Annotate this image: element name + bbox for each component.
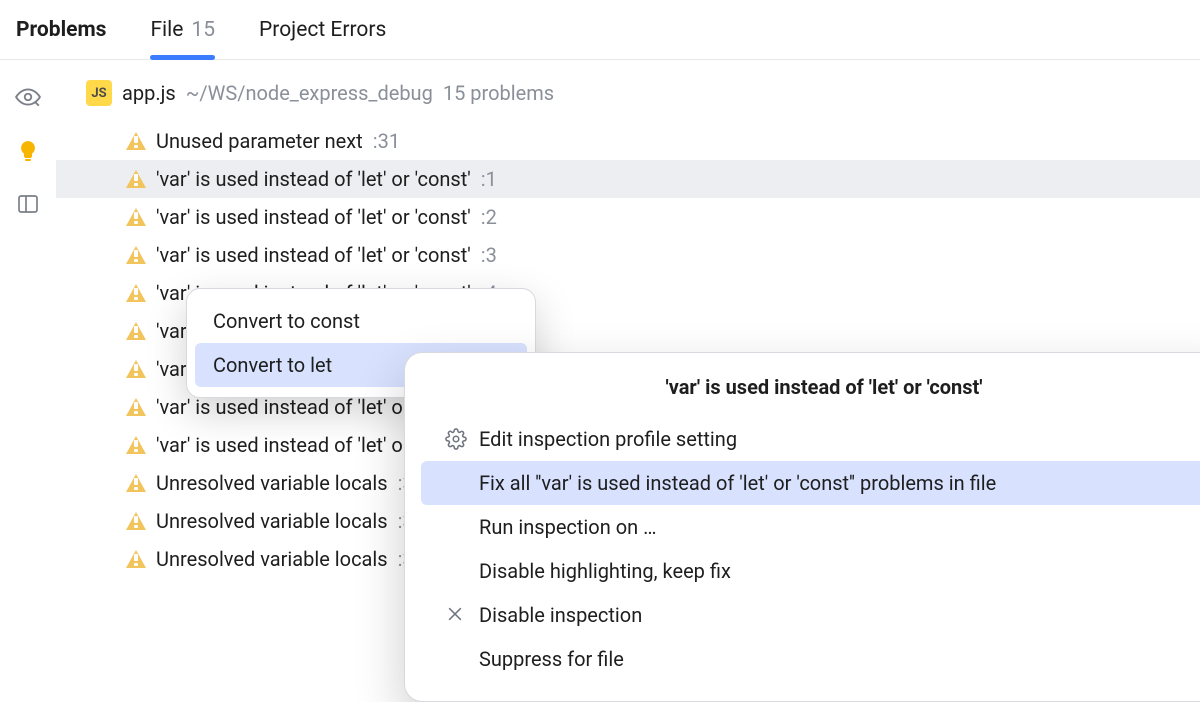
close-icon — [445, 604, 467, 626]
inspection-action-label: Edit inspection profile setting — [479, 427, 737, 451]
tab-label: Project Errors — [259, 18, 386, 42]
issue-text: 'var' is used instead of 'let' or 'const… — [156, 167, 471, 191]
issue-row[interactable]: 'var' is used instead of 'let' or 'const… — [56, 236, 1200, 274]
issue-text: Unused parameter next — [156, 129, 363, 153]
warning-icon — [126, 284, 146, 302]
inspection-action[interactable]: Disable inspection — [405, 593, 1200, 637]
tab-count: 15 — [191, 18, 215, 42]
quickfix-label: Convert to let — [213, 353, 332, 377]
tabbar: Problems File 15 Project Errors — [0, 0, 1200, 60]
inspection-action[interactable]: Suppress for file — [405, 637, 1200, 681]
warning-icon — [126, 474, 146, 492]
warning-icon — [126, 246, 146, 264]
issue-text: Unresolved variable locals — [156, 547, 388, 571]
issue-text: Unresolved variable locals — [156, 509, 388, 533]
inspection-action[interactable]: Edit inspection profile setting — [405, 417, 1200, 461]
inspection-action-label: Disable inspection — [479, 603, 642, 627]
file-name: app.js — [122, 81, 176, 105]
tab-problems[interactable]: Problems — [16, 0, 106, 59]
inspection-popup: 'var' is used instead of 'let' or 'const… — [404, 352, 1200, 702]
file-header[interactable]: JS app.js ~/WS/node_express_debug 15 pro… — [56, 76, 1200, 122]
bulb-icon[interactable] — [16, 139, 40, 168]
warning-icon — [126, 170, 146, 188]
quickfix-label: Convert to const — [213, 309, 360, 333]
issue-text: Unresolved variable locals — [156, 471, 388, 495]
issue-text: 'var' is used instead of 'let' or 'const… — [156, 243, 471, 267]
content: JS app.js ~/WS/node_express_debug 15 pro… — [56, 60, 1200, 700]
issue-location: :3 — [481, 243, 497, 267]
inspection-action[interactable]: Run inspection on … — [405, 505, 1200, 549]
warning-icon — [126, 512, 146, 530]
inspection-action-label: Disable highlighting, keep fix — [479, 559, 731, 583]
issue-text: 'var' is used instead of 'let' or 'const… — [156, 205, 471, 229]
inspection-action[interactable]: Disable highlighting, keep fix — [405, 549, 1200, 593]
issue-location: :2 — [481, 205, 497, 229]
inspection-action[interactable]: Fix all ''var' is used instead of 'let' … — [421, 461, 1200, 505]
issue-row[interactable]: 'var' is used instead of 'let' or 'const… — [56, 160, 1200, 198]
file-path: ~/WS/node_express_debug — [186, 81, 433, 105]
inspection-action-label: Run inspection on … — [479, 515, 657, 539]
gear-icon — [445, 428, 467, 450]
panel-icon[interactable] — [16, 192, 40, 221]
js-file-icon: JS — [86, 80, 112, 106]
tab-label: File — [150, 18, 183, 42]
warning-icon — [126, 322, 146, 340]
inspection-title: 'var' is used instead of 'let' or 'const… — [405, 375, 1200, 399]
warning-icon — [126, 360, 146, 378]
file-problem-count: 15 problems — [443, 81, 554, 105]
issue-location: :31 — [373, 129, 400, 153]
quickfix-item[interactable]: Convert to const — [187, 299, 535, 343]
gutter — [0, 60, 56, 700]
issue-row[interactable]: 'var' is used instead of 'let' or 'const… — [56, 198, 1200, 236]
tab-file[interactable]: File 15 — [150, 0, 215, 59]
warning-icon — [126, 398, 146, 416]
warning-icon — [126, 550, 146, 568]
eye-icon[interactable] — [15, 84, 41, 115]
issue-row[interactable]: Unused parameter next :31 — [56, 122, 1200, 160]
warning-icon — [126, 132, 146, 150]
warning-icon — [126, 436, 146, 454]
inspection-action-label: Fix all ''var' is used instead of 'let' … — [479, 471, 996, 495]
issue-location: :1 — [481, 167, 497, 191]
tab-label: Problems — [16, 18, 106, 42]
inspection-action-label: Suppress for file — [479, 647, 624, 671]
tab-project-errors[interactable]: Project Errors — [259, 0, 386, 59]
warning-icon — [126, 208, 146, 226]
